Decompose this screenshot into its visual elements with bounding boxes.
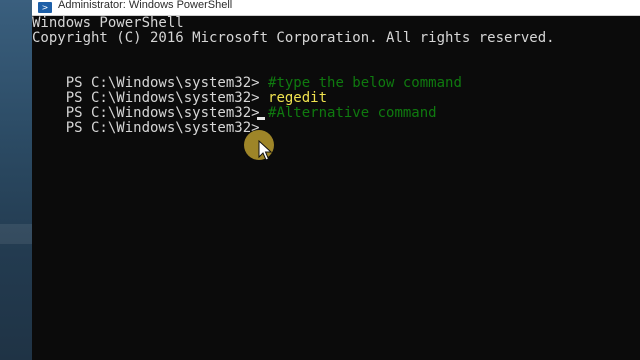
prompt: PS C:\Windows\system32> (65, 120, 269, 136)
text-cursor (257, 117, 265, 120)
desktop-background (0, 0, 32, 360)
mouse-pointer-icon (258, 140, 272, 161)
console-line-4: PS C:\Windows\system32> (32, 106, 268, 151)
window-title: Administrator: Windows PowerShell (58, 0, 233, 11)
powershell-icon: > (38, 2, 52, 13)
console-area[interactable]: Windows PowerShell Copyright (C) 2016 Mi… (32, 16, 640, 360)
title-bar[interactable]: > Administrator: Windows PowerShell (32, 0, 640, 16)
header-title: Windows PowerShell (32, 15, 184, 31)
comment-text: #Alternative command (268, 105, 437, 121)
header-copyright: Copyright (C) 2016 Microsoft Corporation… (32, 30, 555, 46)
